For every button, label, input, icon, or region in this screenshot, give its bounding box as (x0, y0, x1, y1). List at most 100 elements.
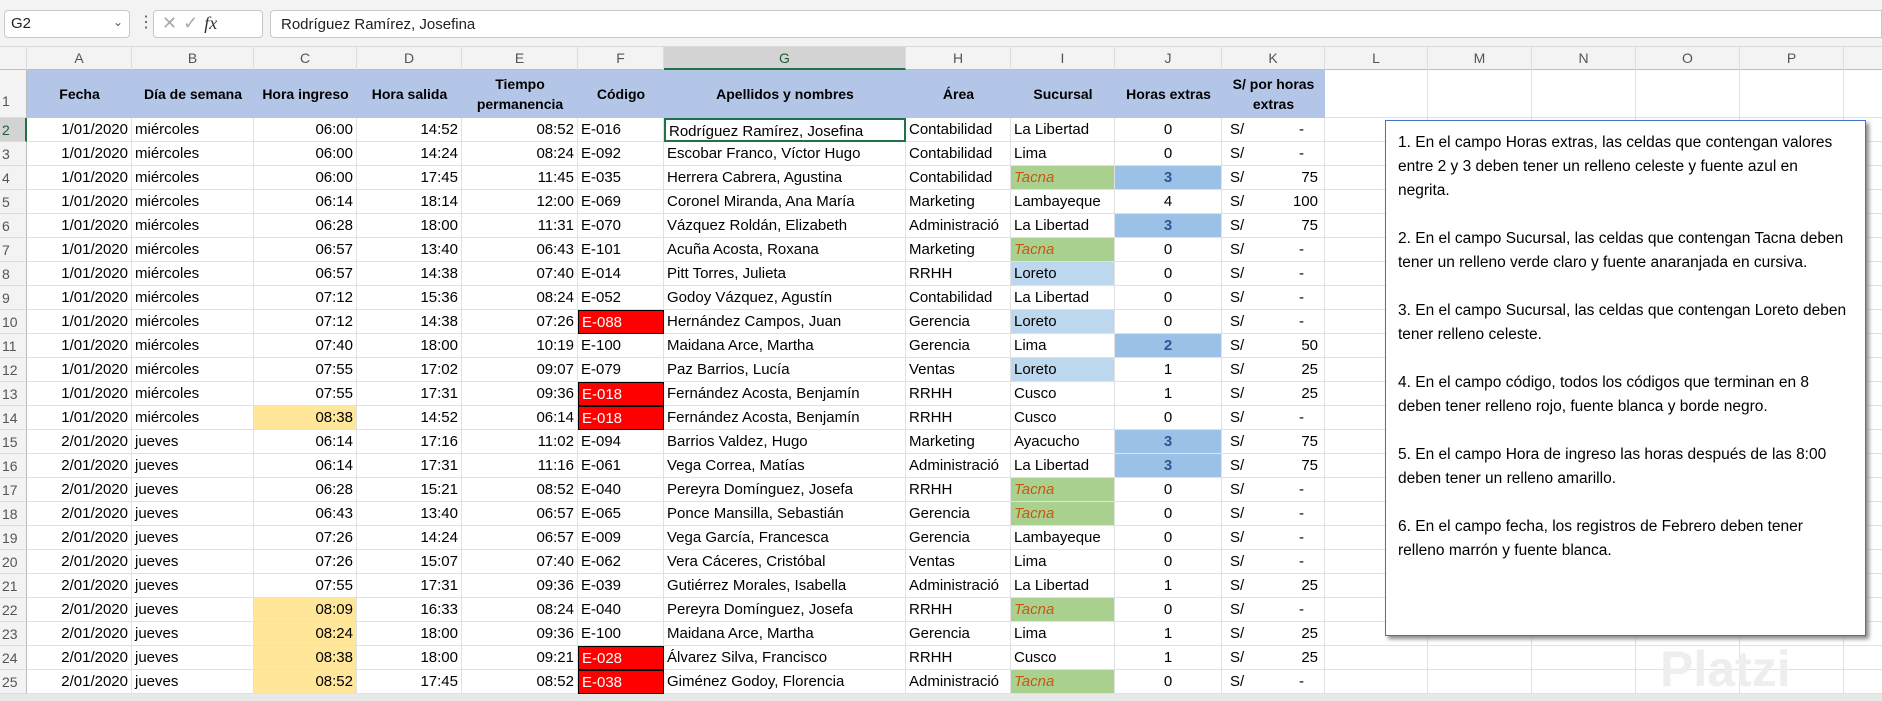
nombre-cell[interactable]: Ponce Mansilla, Sebastián (664, 502, 906, 526)
tiempo-cell[interactable]: 09:36 (462, 622, 578, 646)
nombre-cell[interactable]: Pereyra Domínguez, Josefa (664, 598, 906, 622)
sucursal-cell[interactable]: Loreto (1011, 262, 1115, 286)
hora-ingreso-cell[interactable]: 06:00 (254, 166, 357, 190)
header-cell[interactable]: Sucursal (1011, 70, 1115, 118)
horas-extras-cell[interactable]: 3 (1115, 430, 1222, 454)
codigo-cell[interactable]: E-088 (578, 310, 664, 334)
codigo-cell[interactable]: E-069 (578, 190, 664, 214)
column-header-I[interactable]: I (1011, 47, 1115, 70)
horizontal-scrollbar[interactable] (0, 694, 1882, 701)
codigo-cell[interactable]: E-100 (578, 334, 664, 358)
area-cell[interactable]: Marketing (906, 190, 1011, 214)
horas-extras-cell[interactable]: 0 (1115, 262, 1222, 286)
tiempo-cell[interactable]: 06:43 (462, 238, 578, 262)
monto-cell[interactable]: S/ - (1222, 478, 1325, 502)
header-cell[interactable]: Hora salida (357, 70, 462, 118)
empty-cell[interactable] (1636, 70, 1740, 118)
nombre-cell[interactable]: Vega García, Francesca (664, 526, 906, 550)
header-cell[interactable]: Hora ingreso (254, 70, 357, 118)
tiempo-cell[interactable]: 08:52 (462, 670, 578, 694)
codigo-cell[interactable]: E-038 (578, 670, 664, 694)
cancel-icon[interactable]: ✕ (162, 13, 183, 33)
empty-cell[interactable] (1325, 646, 1428, 670)
header-cell[interactable]: Horas extras (1115, 70, 1222, 118)
codigo-cell[interactable]: E-014 (578, 262, 664, 286)
empty-cell[interactable] (1428, 646, 1532, 670)
nombre-cell[interactable]: Fernández Acosta, Benjamín (664, 406, 906, 430)
codigo-cell[interactable]: E-062 (578, 550, 664, 574)
hora-salida-cell[interactable]: 18:14 (357, 190, 462, 214)
nombre-cell[interactable]: Acuña Acosta, Roxana (664, 238, 906, 262)
hora-salida-cell[interactable]: 14:24 (357, 526, 462, 550)
fecha-cell[interactable]: 2/01/2020 (27, 574, 132, 598)
area-cell[interactable]: Contabilidad (906, 286, 1011, 310)
codigo-cell[interactable]: E-101 (578, 238, 664, 262)
fecha-cell[interactable]: 1/01/2020 (27, 238, 132, 262)
monto-cell[interactable]: S/25 (1222, 646, 1325, 670)
codigo-cell[interactable]: E-040 (578, 478, 664, 502)
empty-cell[interactable] (1844, 670, 1882, 694)
row-header-12[interactable]: 12 (0, 358, 27, 382)
horas-extras-cell[interactable]: 0 (1115, 598, 1222, 622)
horas-extras-cell[interactable]: 3 (1115, 166, 1222, 190)
codigo-cell[interactable]: E-009 (578, 526, 664, 550)
horas-extras-cell[interactable]: 2 (1115, 334, 1222, 358)
dia-cell[interactable]: jueves (132, 502, 254, 526)
tiempo-cell[interactable]: 11:02 (462, 430, 578, 454)
area-cell[interactable]: RRHH (906, 598, 1011, 622)
horas-extras-cell[interactable]: 0 (1115, 526, 1222, 550)
sucursal-cell[interactable]: La Libertad (1011, 214, 1115, 238)
monto-cell[interactable]: S/75 (1222, 166, 1325, 190)
row-header-5[interactable]: 5 (0, 190, 27, 214)
column-header-O[interactable]: O (1636, 47, 1740, 70)
confirm-icon[interactable]: ✓ (183, 13, 204, 33)
area-cell[interactable]: RRHH (906, 478, 1011, 502)
dia-cell[interactable]: miércoles (132, 382, 254, 406)
dia-cell[interactable]: jueves (132, 622, 254, 646)
fecha-cell[interactable]: 2/01/2020 (27, 598, 132, 622)
sucursal-cell[interactable]: Tacna (1011, 598, 1115, 622)
monto-cell[interactable]: S/25 (1222, 574, 1325, 598)
horas-extras-cell[interactable]: 0 (1115, 118, 1222, 142)
area-cell[interactable]: Marketing (906, 430, 1011, 454)
nombre-cell[interactable]: Maidana Arce, Martha (664, 334, 906, 358)
hora-ingreso-cell[interactable]: 06:14 (254, 454, 357, 478)
dia-cell[interactable]: miércoles (132, 214, 254, 238)
column-header-N[interactable]: N (1532, 47, 1636, 70)
codigo-cell[interactable]: E-079 (578, 358, 664, 382)
row-header-10[interactable]: 10 (0, 310, 27, 334)
fecha-cell[interactable]: 2/01/2020 (27, 670, 132, 694)
hora-ingreso-cell[interactable]: 08:24 (254, 622, 357, 646)
area-cell[interactable]: Gerencia (906, 310, 1011, 334)
area-cell[interactable]: RRHH (906, 406, 1011, 430)
area-cell[interactable]: Contabilidad (906, 142, 1011, 166)
codigo-cell[interactable]: E-018 (578, 406, 664, 430)
monto-cell[interactable]: S/50 (1222, 334, 1325, 358)
nombre-cell[interactable]: Vázquez Roldán, Elizabeth (664, 214, 906, 238)
sucursal-cell[interactable]: Loreto (1011, 358, 1115, 382)
dia-cell[interactable]: miércoles (132, 166, 254, 190)
horas-extras-cell[interactable]: 0 (1115, 238, 1222, 262)
monto-cell[interactable]: S/ - (1222, 550, 1325, 574)
sucursal-cell[interactable]: Tacna (1011, 166, 1115, 190)
hora-salida-cell[interactable]: 17:16 (357, 430, 462, 454)
codigo-cell[interactable]: E-018 (578, 382, 664, 406)
tiempo-cell[interactable]: 08:24 (462, 142, 578, 166)
nombre-cell[interactable]: Coronel Miranda, Ana María (664, 190, 906, 214)
horas-extras-cell[interactable]: 1 (1115, 574, 1222, 598)
codigo-cell[interactable]: E-039 (578, 574, 664, 598)
tiempo-cell[interactable]: 11:45 (462, 166, 578, 190)
sucursal-cell[interactable]: Lambayeque (1011, 526, 1115, 550)
dia-cell[interactable]: miércoles (132, 142, 254, 166)
empty-cell[interactable] (1844, 646, 1882, 670)
formula-input[interactable]: Rodríguez Ramírez, Josefina (270, 10, 1882, 38)
sucursal-cell[interactable]: Cusco (1011, 646, 1115, 670)
dia-cell[interactable]: jueves (132, 454, 254, 478)
row-header-15[interactable]: 15 (0, 430, 27, 454)
fecha-cell[interactable]: 2/01/2020 (27, 430, 132, 454)
column-header-F[interactable]: F (578, 47, 664, 70)
sucursal-cell[interactable]: Ayacucho (1011, 430, 1115, 454)
empty-cell[interactable] (1428, 670, 1532, 694)
tiempo-cell[interactable]: 08:24 (462, 286, 578, 310)
area-cell[interactable]: Contabilidad (906, 166, 1011, 190)
